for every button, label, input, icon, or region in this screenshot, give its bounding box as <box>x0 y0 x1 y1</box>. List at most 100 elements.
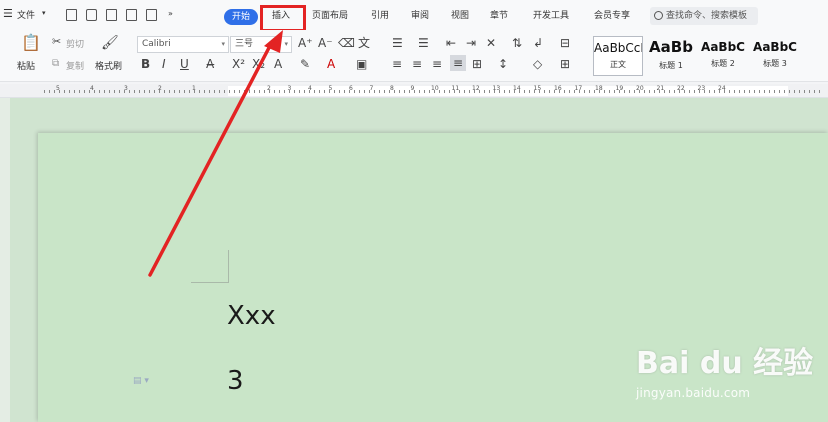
chevron-down-icon[interactable]: ▾ <box>42 9 46 17</box>
char-border-icon[interactable]: ▣ <box>356 57 367 71</box>
open-folder-icon[interactable] <box>86 9 97 21</box>
justify-icon[interactable]: ≡ <box>450 55 467 71</box>
ruler-tick <box>814 90 815 93</box>
underline-icon[interactable]: U <box>180 57 189 71</box>
ruler-tick <box>794 90 795 93</box>
distribute-icon[interactable]: ⊞ <box>472 57 482 71</box>
tab-view[interactable]: 视图 <box>451 8 469 21</box>
tab-review[interactable]: 审阅 <box>411 8 429 21</box>
horizontal-ruler[interactable]: 5 4 3 2 1 1 2 3 4 5 6 7 8 9 10 11 12 13 14 15 16 17 18 19 20 21 22… <box>0 84 828 98</box>
ruler-tick <box>764 90 765 93</box>
style-heading-1[interactable]: AaBb 标题 1 <box>646 36 696 76</box>
ruler-number: 16 <box>554 85 562 92</box>
strikethrough-icon[interactable]: A̶ <box>206 57 214 71</box>
style-normal[interactable]: AaBbCcDd 正文 <box>593 36 643 76</box>
paragraph-layout-icon[interactable]: ▤ ▾ <box>133 376 149 386</box>
left-gutter <box>0 98 10 422</box>
copy-label[interactable]: 复制 <box>66 59 84 72</box>
clear-format-icon[interactable]: ⌫ <box>338 36 355 50</box>
tab-developer[interactable]: 开发工具 <box>533 8 569 21</box>
borders-icon[interactable]: ⊞ <box>560 57 570 71</box>
ruler-tick <box>229 90 230 93</box>
ruler-tick <box>514 90 515 93</box>
phonetic-guide-icon[interactable]: 文 <box>358 36 370 50</box>
ruler-tick <box>594 90 595 93</box>
shading-icon[interactable]: ◇ <box>533 57 542 71</box>
ruler-tick <box>94 90 95 93</box>
ruler-tick <box>249 90 250 93</box>
ruler-tick <box>439 90 440 93</box>
ruler-tick <box>609 90 610 93</box>
font-name-select[interactable]: Calibri ▾ <box>137 36 229 53</box>
save-icon[interactable] <box>106 9 117 21</box>
ruler-tick <box>274 90 275 93</box>
ruler-number: 7 <box>369 85 374 92</box>
grow-font-icon[interactable]: A⁺ <box>298 36 313 50</box>
decrease-indent-icon[interactable]: ⇤ <box>446 36 456 50</box>
print-icon[interactable] <box>126 9 137 21</box>
ruler-tick <box>434 90 435 93</box>
ruler-tick <box>309 90 310 93</box>
cut-label[interactable]: 剪切 <box>66 37 84 50</box>
italic-icon[interactable]: I <box>162 57 166 71</box>
ruler-tick <box>569 90 570 93</box>
ruler-tick <box>199 90 200 93</box>
ruler-tick <box>614 90 615 93</box>
cut-icon[interactable]: ✂ <box>52 35 61 49</box>
new-document-icon[interactable] <box>66 9 77 21</box>
align-left-icon[interactable]: ≡ <box>392 57 402 71</box>
sort-icon[interactable]: ⇅ <box>512 36 522 50</box>
ruler-tick <box>579 90 580 93</box>
align-center-icon[interactable]: ≡ <box>412 57 422 71</box>
highlight-icon[interactable]: ✎ <box>300 57 310 71</box>
style-heading-1-name: 标题 1 <box>659 61 683 70</box>
ruler-tick <box>264 90 265 93</box>
style-heading-2[interactable]: AaBbC 标题 2 <box>698 36 748 76</box>
bullets-icon[interactable]: ☰ <box>392 36 403 50</box>
file-menu[interactable]: 文件 <box>17 8 35 21</box>
subscript-icon[interactable]: X₂ <box>252 57 265 71</box>
ruler-tick <box>354 90 355 93</box>
numbering-icon[interactable]: ☰ <box>418 36 429 50</box>
ruler-tick <box>389 90 390 93</box>
search-input[interactable]: 查找命令、搜索模板 <box>650 7 758 25</box>
document-text-line[interactable]: Xxx <box>227 301 276 331</box>
tab-page-layout[interactable]: 页面布局 <box>312 8 348 21</box>
line-spacing-icon[interactable]: ↕ <box>498 57 508 71</box>
paste-icon[interactable]: 📋 <box>21 35 41 51</box>
tab-chapter[interactable]: 章节 <box>490 8 508 21</box>
format-painter-icon[interactable]: 🖌 <box>101 36 119 50</box>
align-right-icon[interactable]: ≡ <box>432 57 442 71</box>
font-size-select[interactable]: 三号 ▾ <box>230 36 292 53</box>
ruler-tick <box>619 90 620 93</box>
more-quick-access-icon[interactable]: » <box>168 9 173 18</box>
ruler-tick <box>709 90 710 93</box>
tab-home[interactable]: 开始 <box>224 9 258 25</box>
superscript-icon[interactable]: X² <box>232 57 245 71</box>
paste-label[interactable]: 粘贴 <box>17 59 35 72</box>
table-tools-icon[interactable]: ⊟ <box>560 36 570 50</box>
hamburger-menu-icon[interactable]: ☰ <box>3 7 13 20</box>
chevron-down-icon: ▾ <box>221 40 225 48</box>
font-color-icon[interactable]: A <box>327 57 335 71</box>
document-text-line[interactable]: 3 <box>227 366 244 396</box>
increase-indent-icon[interactable]: ⇥ <box>466 36 476 50</box>
bold-icon[interactable]: B <box>141 57 150 71</box>
style-heading-3[interactable]: AaBbC 标题 3 <box>750 36 800 76</box>
chinese-layout-icon[interactable]: ✕ <box>486 36 496 50</box>
ruler-tick <box>134 90 135 93</box>
tab-references[interactable]: 引用 <box>371 8 389 21</box>
ruler-tick <box>379 90 380 93</box>
ruler-tick <box>99 90 100 93</box>
format-painter-label[interactable]: 格式刷 <box>95 59 122 72</box>
ruler-tick <box>289 90 290 93</box>
tab-member[interactable]: 会员专享 <box>594 8 630 21</box>
ruler-tick <box>129 90 130 93</box>
ruler-tick <box>49 90 50 93</box>
show-marks-icon[interactable]: ↲ <box>533 36 543 50</box>
copy-icon[interactable]: ⧉ <box>52 57 59 71</box>
ruler-tick <box>774 90 775 93</box>
print-preview-icon[interactable] <box>146 9 157 21</box>
shrink-font-icon[interactable]: A⁻ <box>318 36 333 50</box>
text-effect-icon[interactable]: A <box>274 57 282 71</box>
